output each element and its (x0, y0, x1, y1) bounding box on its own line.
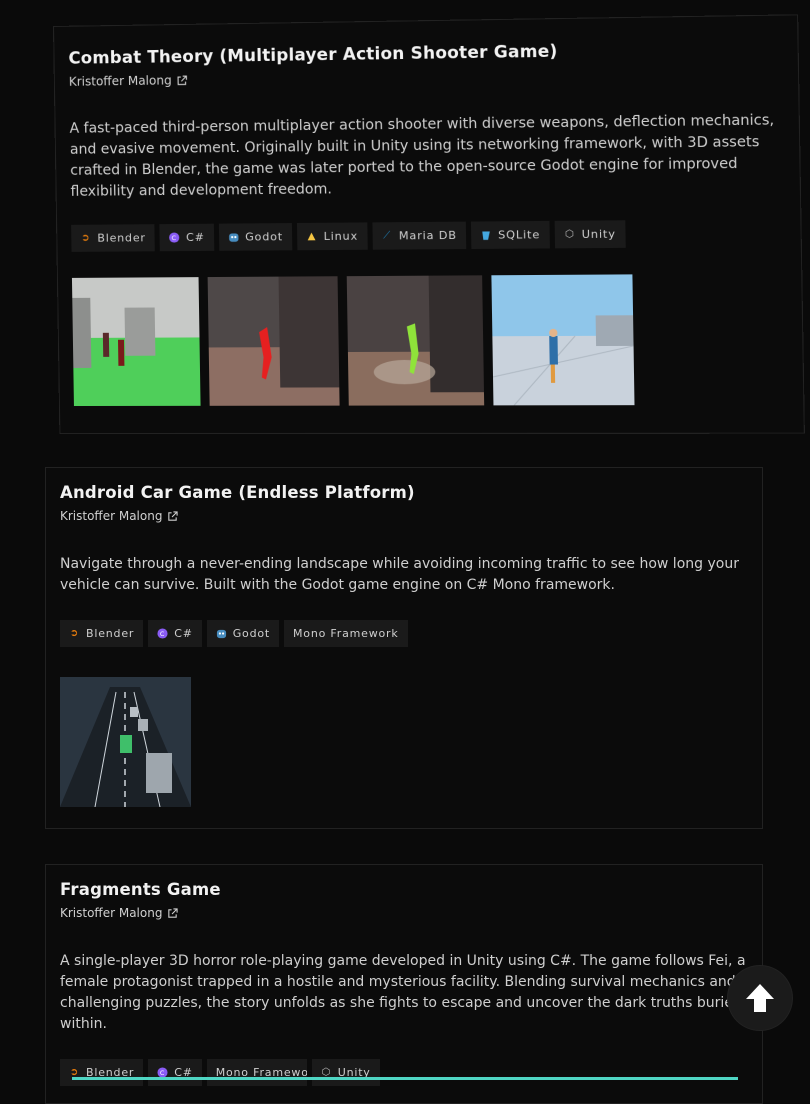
tag-mariadb: ⟋ Maria DB (372, 221, 467, 250)
external-link-icon (168, 510, 179, 521)
godot-icon (216, 628, 227, 639)
external-link-icon (177, 74, 187, 85)
tech-tags: ➲ Blender C C# Godot ▲ Linux ⟋ Maria DB SQLi… (71, 219, 786, 252)
screenshot-thumbnail[interactable] (207, 276, 340, 406)
sqlite-icon (480, 230, 492, 241)
project-title: Combat Theory (Multiplayer Action Shoote… (68, 41, 558, 68)
tech-tags: ➲Blender CC# Mono Framework ⬡Unity (60, 1059, 748, 1086)
mariadb-icon: ⟋ (383, 229, 392, 242)
tag-csharp: C C# (148, 620, 202, 647)
screenshot-thumbnail[interactable] (491, 274, 635, 406)
tag-sqlite: SQLite (471, 220, 550, 249)
tag-csharp: C C# (159, 223, 214, 252)
author-link[interactable]: Kristoffer Malong (60, 906, 748, 920)
project-description: Navigate through a never-ending landscap… (60, 556, 739, 593)
external-link-icon (168, 907, 179, 918)
tag-godot: Godot (206, 620, 279, 647)
author-name: Kristoffer Malong (68, 73, 172, 89)
svg-text:C: C (172, 234, 177, 242)
project-title: Fragments Game (60, 880, 221, 899)
screenshot-gallery (60, 677, 748, 807)
tag-unity: ⬡ Unity (311, 1059, 380, 1086)
screenshot-gallery (71, 273, 789, 407)
author-link[interactable]: Kristoffer Malong (60, 509, 748, 523)
project-description: A fast-paced third-person multiplayer ac… (69, 112, 775, 200)
godot-icon (228, 232, 239, 243)
svg-text:C: C (160, 1069, 165, 1077)
author-link[interactable]: Kristoffer Malong (69, 65, 784, 89)
tag-blender: ➲ Blender (60, 1059, 144, 1086)
tag-linux: ▲ Linux (296, 222, 368, 251)
tag-blender: ➲ Blender (60, 620, 144, 647)
tag-unity: ⬡ Unity (554, 220, 626, 249)
tag-mono-framework: Mono Framework (284, 620, 408, 647)
author-name: Kristoffer Malong (60, 509, 163, 523)
screenshot-thumbnail[interactable] (346, 275, 485, 406)
tag-mono-framework: Mono Framework (206, 1059, 307, 1086)
csharp-icon: C (169, 232, 180, 243)
project-card-android-car-game: Android Car Game (Endless Platform) Kris… (45, 467, 763, 829)
scroll-to-top-button[interactable] (728, 966, 792, 1030)
svg-text:C: C (160, 630, 165, 638)
project-description: A single-player 3D horror role-playing g… (60, 953, 746, 1032)
unity-icon: ⬡ (564, 228, 575, 240)
project-title: Android Car Game (Endless Platform) (60, 483, 415, 502)
blender-icon: ➲ (81, 232, 91, 244)
project-card-combat-theory: Combat Theory (Multiplayer Action Shoote… (53, 14, 805, 435)
csharp-icon: C (157, 628, 168, 639)
tag-godot: Godot (218, 223, 293, 251)
screenshot-thumbnail[interactable] (60, 677, 191, 807)
author-name: Kristoffer Malong (60, 906, 163, 920)
blender-icon: ➲ (69, 627, 80, 639)
tech-tags: ➲ Blender C C# Godot Mono Framework (60, 620, 748, 647)
linux-icon: ▲ (307, 230, 317, 242)
project-card-fragments-game: Fragments Game Kristoffer Malong A singl… (45, 864, 763, 1104)
arrow-up-icon (746, 984, 774, 1012)
screenshot-thumbnail[interactable] (71, 277, 201, 407)
tag-blender: ➲ Blender (71, 224, 156, 252)
tag-csharp: C C# (148, 1059, 202, 1086)
